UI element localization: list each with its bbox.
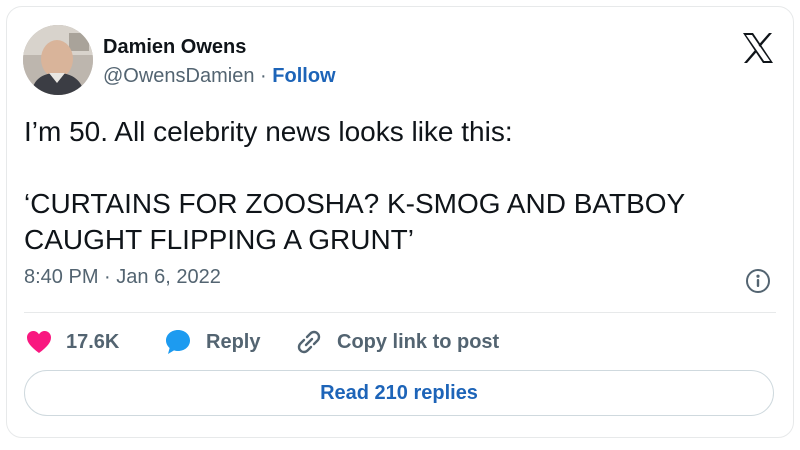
tweet-text: I’m 50. All celebrity news looks like th…: [24, 114, 764, 258]
tweet-date: Jan 6, 2022: [116, 266, 221, 288]
copy-link-label: Copy link to post: [337, 330, 500, 353]
heart-icon: [27, 331, 51, 353]
avatar[interactable]: [23, 25, 93, 95]
meta-separator: ·: [104, 266, 111, 288]
reply-bubble-icon: [166, 330, 190, 354]
follow-button[interactable]: Follow: [272, 65, 335, 87]
divider: [24, 312, 776, 313]
link-icon: [297, 330, 321, 354]
reply-button[interactable]: Reply: [164, 326, 260, 358]
tweet-time: 8:40 PM: [24, 266, 99, 288]
tweet-line-1: I’m 50. All celebrity news looks like th…: [24, 116, 513, 147]
author-handle[interactable]: @OwensDamien: [103, 65, 254, 87]
author-handle-row: @OwensDamien · Follow: [103, 65, 336, 88]
info-icon[interactable]: [745, 268, 771, 294]
profile-photo-icon: [23, 25, 93, 95]
like-button[interactable]: 17.6K: [26, 326, 119, 358]
tweet-line-2: ‘CURTAINS FOR ZOOSHA? K-SMOG AND BATBOY …: [24, 188, 685, 255]
reply-label: Reply: [206, 330, 261, 353]
copy-link-button[interactable]: Copy link to post: [295, 326, 499, 358]
separator-dot: ·: [260, 65, 267, 87]
x-logo-icon[interactable]: [740, 30, 776, 66]
like-count: 17.6K: [66, 330, 120, 353]
tweet-timestamp[interactable]: 8:40 PM · Jan 6, 2022: [24, 266, 221, 289]
read-replies-button[interactable]: Read 210 replies: [24, 370, 774, 416]
author-name[interactable]: Damien Owens: [103, 36, 246, 59]
